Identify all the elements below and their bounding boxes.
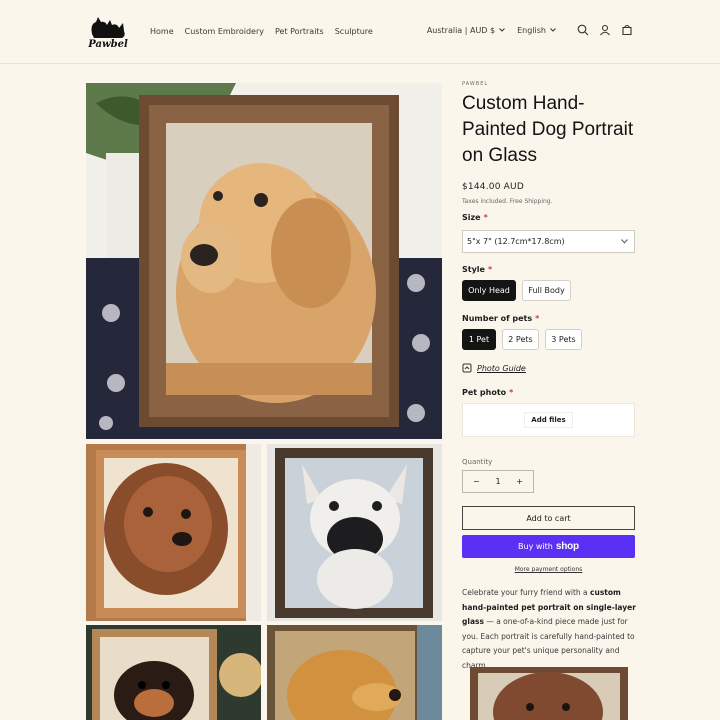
size-label-row: Size * — [462, 213, 488, 222]
quantity-increase-button[interactable]: + — [516, 477, 523, 486]
required-marker: * — [487, 265, 493, 274]
product-vendor: PAWBEL — [462, 81, 489, 87]
photo-guide-icon — [462, 363, 472, 373]
photo-guide-label: Photo Guide — [477, 363, 526, 373]
photo-guide-link[interactable]: Photo Guide — [462, 363, 526, 373]
country-selector[interactable]: Australia | AUD $ — [427, 26, 505, 35]
nav-custom-embroidery[interactable]: Custom Embroidery — [185, 27, 264, 36]
size-selected-value: 5"x 7" (12.7cm*17.8cm) — [467, 237, 565, 246]
logo-mark: Pawbel — [87, 17, 128, 50]
required-marker: * — [509, 388, 514, 397]
country-label: Australia | AUD $ — [426, 25, 496, 35]
product-title: Custom Hand-Painted Dog Portrait on Glas… — [462, 93, 634, 166]
style-label: Style — [462, 265, 485, 274]
search-icon[interactable] — [576, 23, 590, 37]
nav-sculpture[interactable]: Sculpture — [335, 27, 373, 36]
quantity-stepper: − 1 + — [462, 470, 534, 493]
style-option-full-body[interactable]: Full Body — [522, 280, 571, 301]
description-text: Celebrate your furry friend with a — [462, 588, 591, 597]
description-image — [470, 667, 628, 720]
logo-text: Pawbel — [87, 39, 128, 50]
chevron-down-icon — [550, 28, 556, 32]
cart-icon[interactable] — [620, 23, 634, 37]
style-option-only-head[interactable]: Only Head — [462, 280, 516, 301]
chevron-down-icon — [499, 28, 505, 32]
chevron-down-icon — [621, 239, 628, 244]
product-form: Size * 5"x 7" (12.7cm*17.8cm) Style * Only… — [462, 213, 636, 670]
language-selector[interactable]: English — [517, 26, 556, 35]
description-text: — a one-of-a-kind piece made just for yo… — [462, 617, 635, 670]
add-to-cart-button[interactable]: Add to cart — [462, 506, 635, 530]
nav-home[interactable]: Home — [150, 27, 174, 36]
brand-logo[interactable]: Pawbel — [86, 14, 130, 50]
header-utilities: Australia | AUD $ English — [427, 23, 634, 37]
quantity-decrease-button[interactable]: − — [473, 477, 480, 486]
site-header: Pawbel Home Custom Embroidery Pet Portra… — [0, 0, 720, 64]
language-label: English — [517, 25, 546, 35]
gallery-thumb-poodle[interactable] — [86, 444, 261, 621]
gallery-thumb-retriever[interactable] — [267, 625, 442, 720]
product-description: Celebrate your furry friend with a custo… — [462, 586, 637, 674]
quantity-label: Quantity — [462, 458, 493, 466]
main-nav: Home Custom Embroidery Pet Portraits Scu… — [150, 27, 384, 36]
buy-with-label: Buy with — [518, 542, 553, 551]
account-icon[interactable] — [598, 23, 612, 37]
more-payment-options-link[interactable]: More payment options — [462, 566, 635, 573]
pets-label: Number of pets — [462, 314, 533, 323]
main-product-image[interactable] — [86, 83, 442, 439]
buy-with-shop-button[interactable]: Buy with shop — [462, 535, 635, 558]
required-marker: * — [483, 213, 488, 222]
nav-pet-portraits[interactable]: Pet Portraits — [275, 27, 324, 36]
add-files-button[interactable]: Add files — [524, 412, 573, 428]
pet-photo-label-row: Pet photo * — [462, 388, 513, 397]
gallery-thumb-bulldog[interactable] — [267, 444, 442, 621]
pet-photo-label: Pet photo — [462, 388, 507, 397]
pets-option-1[interactable]: 1 Pet — [462, 329, 496, 350]
pets-label-row: Number of pets * — [462, 314, 539, 323]
size-select[interactable]: 5"x 7" (12.7cm*17.8cm) — [462, 230, 635, 253]
product-price: $144.00 AUD — [462, 182, 524, 192]
pet-photo-upload: Add files — [462, 403, 635, 437]
pets-option-2[interactable]: 2 Pets — [502, 329, 539, 350]
required-marker: * — [535, 314, 540, 323]
style-label-row: Style * — [462, 265, 492, 274]
tax-note: Taxes included. Free Shipping. — [462, 198, 553, 205]
quantity-input[interactable]: 1 — [495, 477, 500, 486]
product-info: PAWBEL Custom Hand-Painted Dog Portrait … — [462, 81, 635, 205]
gallery-thumb-dachshund[interactable] — [86, 625, 261, 720]
size-label: Size — [462, 213, 481, 222]
pets-option-3[interactable]: 3 Pets — [545, 329, 582, 350]
shop-wordmark: shop — [555, 541, 579, 552]
